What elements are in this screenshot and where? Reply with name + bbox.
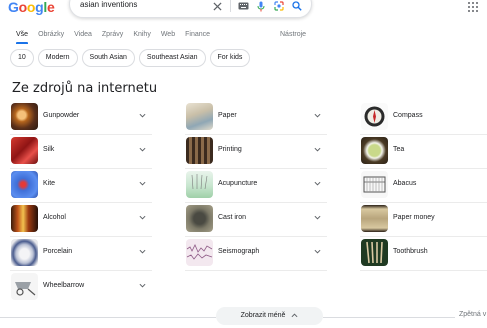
google-logo[interactable]: Google bbox=[8, 0, 55, 15]
chevron-down-icon bbox=[314, 181, 321, 186]
item-label: Tea bbox=[393, 146, 405, 153]
item-label: Alcohol bbox=[43, 214, 66, 221]
chevron-down-icon bbox=[314, 249, 321, 254]
search-tabs: Vše Obrázky Videa Zprávy Knihy Web Finan… bbox=[16, 30, 220, 44]
clear-icon[interactable] bbox=[211, 0, 223, 12]
compass-thumbnail bbox=[361, 103, 388, 130]
feedback-link[interactable]: Zpětná v bbox=[459, 311, 486, 318]
item-label: Porcelain bbox=[43, 248, 73, 255]
list-item-alcohol[interactable]: Alcohol bbox=[10, 203, 152, 237]
item-label: Cast iron bbox=[218, 214, 247, 221]
list-item-tea[interactable]: Tea bbox=[360, 135, 487, 169]
list-item-compass[interactable]: Compass bbox=[360, 101, 487, 135]
abacus-thumbnail bbox=[361, 171, 388, 198]
list-item-gunpowder[interactable]: Gunpowder bbox=[10, 101, 152, 135]
tab-images[interactable]: Obrázky bbox=[38, 30, 64, 44]
item-label: Gunpowder bbox=[43, 112, 80, 119]
list-item-abacus[interactable]: Abacus bbox=[360, 169, 487, 203]
search-actions bbox=[205, 0, 303, 12]
search-input[interactable]: asian inventions bbox=[80, 0, 137, 9]
chevron-down-icon bbox=[139, 147, 146, 152]
alcohol-thumbnail bbox=[11, 205, 38, 232]
item-label: Paper bbox=[218, 112, 237, 119]
item-label: Silk bbox=[43, 146, 55, 153]
search-divider bbox=[230, 0, 231, 12]
search-icon[interactable] bbox=[291, 0, 303, 12]
list-item-kite[interactable]: Kite bbox=[10, 169, 152, 203]
chevron-down-icon bbox=[139, 249, 146, 254]
list-item-paper-money[interactable]: Paper money bbox=[360, 203, 487, 237]
section-title: Ze zdrojů na internetu bbox=[12, 81, 158, 96]
refinement-chips: 10 Modern South Asian Southeast Asian Fo… bbox=[10, 49, 254, 67]
chevron-up-icon bbox=[291, 313, 298, 317]
chevron-down-icon bbox=[314, 215, 321, 220]
chip-south-asian[interactable]: South Asian bbox=[81, 49, 135, 67]
list-item-seismograph[interactable]: Seismograph bbox=[185, 237, 327, 271]
item-label: Toothbrush bbox=[393, 248, 428, 255]
printing-thumbnail bbox=[186, 137, 213, 164]
tab-web[interactable]: Web bbox=[161, 30, 175, 44]
apps-grid-icon[interactable] bbox=[468, 2, 478, 12]
paper-thumbnail bbox=[186, 103, 213, 130]
item-label: Compass bbox=[393, 112, 423, 119]
tea-thumbnail bbox=[361, 137, 388, 164]
item-label: Paper money bbox=[393, 214, 435, 221]
item-label: Printing bbox=[218, 146, 242, 153]
divider-left bbox=[0, 317, 216, 318]
silk-thumbnail bbox=[11, 137, 38, 164]
item-label: Seismograph bbox=[218, 248, 260, 255]
search-box[interactable]: asian inventions bbox=[69, 0, 312, 18]
item-label: Abacus bbox=[393, 180, 417, 187]
list-item-porcelain[interactable]: Porcelain bbox=[10, 237, 152, 271]
lens-icon[interactable] bbox=[273, 0, 285, 12]
microphone-icon[interactable] bbox=[255, 0, 267, 12]
cast-iron-thumbnail bbox=[186, 205, 213, 232]
paper-money-thumbnail bbox=[361, 205, 388, 232]
list-item-paper[interactable]: Paper bbox=[185, 101, 327, 135]
wheelbarrow-thumbnail bbox=[11, 273, 38, 300]
chip-10[interactable]: 10 bbox=[10, 49, 34, 67]
chevron-down-icon bbox=[139, 215, 146, 220]
chevron-down-icon bbox=[139, 181, 146, 186]
item-label: Acupuncture bbox=[218, 180, 258, 187]
tab-videos[interactable]: Videa bbox=[74, 30, 92, 44]
porcelain-thumbnail bbox=[11, 239, 38, 266]
list-item-acupuncture[interactable]: Acupuncture bbox=[185, 169, 327, 203]
list-item-printing[interactable]: Printing bbox=[185, 135, 327, 169]
tab-all[interactable]: Vše bbox=[16, 30, 29, 44]
divider-right bbox=[323, 317, 455, 318]
tools-button[interactable]: Nástroje bbox=[280, 30, 306, 39]
chevron-down-icon bbox=[314, 147, 321, 152]
show-less-label: Zobrazit méně bbox=[240, 312, 286, 319]
keyboard-icon[interactable] bbox=[237, 0, 249, 12]
item-label: Kite bbox=[43, 180, 56, 187]
list-item-wheelbarrow[interactable]: Wheelbarrow bbox=[10, 271, 152, 305]
chip-southeast-asian[interactable]: Southeast Asian bbox=[138, 49, 206, 67]
list-item-cast-iron[interactable]: Cast iron bbox=[185, 203, 327, 237]
chevron-down-icon bbox=[314, 113, 321, 118]
acupuncture-thumbnail bbox=[186, 171, 213, 198]
tab-news[interactable]: Zprávy bbox=[102, 30, 123, 44]
chip-modern[interactable]: Modern bbox=[37, 49, 78, 67]
kite-thumbnail bbox=[11, 171, 38, 198]
toothbrush-thumbnail bbox=[361, 239, 388, 266]
chevron-down-icon bbox=[139, 283, 146, 288]
list-item-toothbrush[interactable]: Toothbrush bbox=[360, 237, 487, 271]
gunpowder-thumbnail bbox=[11, 103, 38, 130]
list-item-silk[interactable]: Silk bbox=[10, 135, 152, 169]
show-less-button[interactable]: Zobrazit méně bbox=[216, 307, 323, 325]
tab-finance[interactable]: Finance bbox=[185, 30, 210, 44]
tab-books[interactable]: Knihy bbox=[133, 30, 151, 44]
chip-for-kids[interactable]: For kids bbox=[209, 49, 251, 67]
seismograph-thumbnail bbox=[186, 239, 213, 266]
item-label: Wheelbarrow bbox=[43, 282, 85, 289]
chevron-down-icon bbox=[139, 113, 146, 118]
header: Google asian inventions bbox=[0, 0, 487, 20]
